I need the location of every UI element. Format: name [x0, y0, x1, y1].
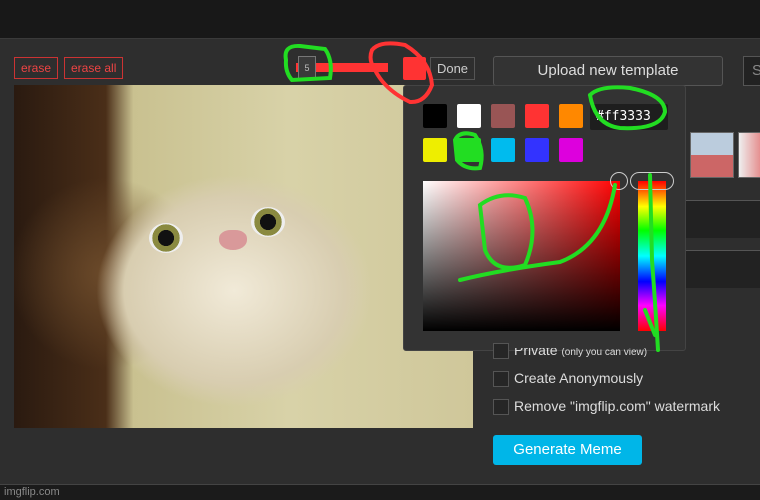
footer: imgflip.com — [0, 484, 760, 500]
private-checkbox[interactable] — [493, 343, 509, 359]
color-swatch[interactable] — [491, 138, 515, 162]
color-swatch[interactable] — [491, 104, 515, 128]
erase-all-button[interactable]: erase all — [64, 57, 124, 79]
cat-eye-right — [251, 207, 285, 237]
color-swatch[interactable] — [525, 104, 549, 128]
color-swatch[interactable] — [457, 138, 481, 162]
footer-watermark: imgflip.com — [4, 486, 60, 498]
anonymous-checkbox[interactable] — [493, 371, 509, 387]
hue-slider[interactable] — [638, 181, 666, 331]
color-swatch[interactable] — [457, 104, 481, 128]
text-input-box[interactable] — [686, 250, 760, 288]
saturation-handle[interactable] — [610, 172, 628, 190]
color-swatch[interactable] — [559, 104, 583, 128]
cat-eye-left — [149, 223, 183, 253]
watermark-label: Remove "imgflip.com" watermark — [514, 398, 720, 414]
done-button[interactable]: Done — [430, 57, 475, 80]
color-swatch[interactable] — [559, 138, 583, 162]
top-bar — [0, 0, 760, 38]
search-input[interactable]: S — [743, 56, 760, 86]
generate-meme-button[interactable]: Generate Meme — [493, 435, 642, 465]
hue-slider-handle[interactable] — [630, 172, 674, 190]
color-swatch[interactable] — [423, 138, 447, 162]
watermark-checkbox[interactable] — [493, 399, 509, 415]
hex-color-input[interactable]: #ff3333 — [590, 104, 668, 130]
saturation-value-area[interactable] — [423, 181, 620, 331]
anonymous-label: Create Anonymously — [514, 370, 644, 386]
erase-button[interactable]: erase — [14, 57, 59, 79]
template-thumbnail[interactable] — [738, 132, 760, 178]
upload-template-button[interactable]: Upload new template — [493, 56, 723, 86]
current-color-button[interactable] — [403, 57, 426, 80]
brush-size-handle[interactable]: 5 — [298, 56, 316, 80]
private-note: (only you can view) — [561, 347, 648, 358]
color-swatch[interactable] — [525, 138, 549, 162]
color-swatch[interactable] — [423, 104, 447, 128]
cat-nose — [219, 230, 247, 250]
text-input-box[interactable] — [686, 200, 760, 238]
template-thumbnail[interactable] — [690, 132, 734, 178]
